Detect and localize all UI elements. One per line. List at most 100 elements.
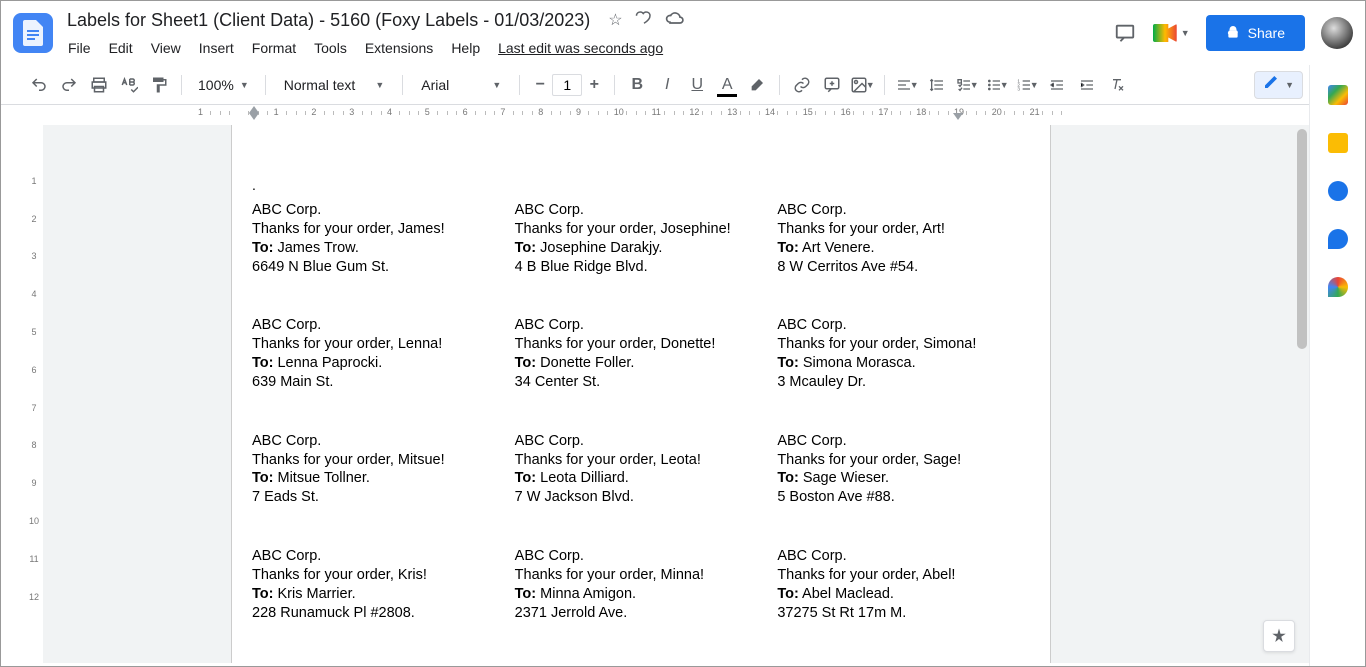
star-icon[interactable]: ☆: [608, 10, 622, 30]
decrease-indent-button[interactable]: [1043, 71, 1071, 99]
meet-icon: [1153, 24, 1177, 42]
label-to: To: Sage Wieser.: [777, 469, 1030, 488]
move-icon[interactable]: [635, 9, 653, 32]
label-company: ABC Corp.: [515, 316, 768, 335]
print-button[interactable]: [85, 71, 113, 99]
font-size-decrease[interactable]: −: [528, 73, 552, 97]
share-label: Share: [1248, 25, 1285, 41]
undo-button[interactable]: [25, 71, 53, 99]
mailing-label[interactable]: ABC Corp. Thanks for your order, Mitsue!…: [252, 432, 505, 507]
keep-app-icon[interactable]: [1328, 133, 1348, 153]
align-button[interactable]: ▼: [893, 71, 921, 99]
label-company: ABC Corp.: [252, 663, 505, 664]
mailing-label[interactable]: ABC Corp. Thanks for your order, Minna! …: [515, 547, 768, 622]
editing-mode-button[interactable]: ▼: [1254, 71, 1303, 99]
label-to: To: Minna Amigon.: [515, 585, 768, 604]
mailing-label[interactable]: ABC Corp. Thanks for your order, Kiley! …: [252, 663, 505, 664]
mailing-label[interactable]: ABC Corp. Thanks for your order, Josephi…: [515, 201, 768, 276]
increase-indent-button[interactable]: [1073, 71, 1101, 99]
numbered-list-button[interactable]: 123▼: [1013, 71, 1041, 99]
mailing-label[interactable]: ABC Corp. Thanks for your order, Lenna! …: [252, 316, 505, 391]
redo-button[interactable]: [55, 71, 83, 99]
font-size-increase[interactable]: +: [582, 73, 606, 97]
label-address: 6649 N Blue Gum St.: [252, 258, 505, 277]
label-address: 8 W Cerritos Ave #54.: [777, 258, 1030, 277]
label-greeting: Thanks for your order, Minna!: [515, 566, 768, 585]
menu-help[interactable]: Help: [444, 36, 487, 60]
comments-icon[interactable]: [1113, 21, 1137, 45]
add-comment-button[interactable]: [818, 71, 846, 99]
label-to: To: Art Venere.: [777, 239, 1030, 258]
label-company: ABC Corp.: [252, 432, 505, 451]
bulleted-list-button[interactable]: ▼: [983, 71, 1011, 99]
calendar-app-icon[interactable]: [1328, 85, 1348, 105]
mailing-label[interactable]: ABC Corp. Thanks for your order, James! …: [252, 201, 505, 276]
highlight-button[interactable]: [743, 71, 771, 99]
mailing-label[interactable]: ABC Corp. Thanks for your order, Abel! T…: [777, 547, 1030, 622]
menu-insert[interactable]: Insert: [192, 36, 241, 60]
label-address: 7 W Jackson Blvd.: [515, 488, 768, 507]
doc-title[interactable]: Labels for Sheet1 (Client Data) - 5160 (…: [61, 8, 596, 33]
paragraph-style-select[interactable]: Normal text▼: [274, 77, 395, 93]
label-address: 4 B Blue Ridge Blvd.: [515, 258, 768, 277]
mailing-label[interactable]: ABC Corp. Thanks for your order, Leota! …: [515, 432, 768, 507]
zoom-select[interactable]: 100%▼: [190, 77, 257, 93]
font-size-input[interactable]: 1: [552, 74, 582, 96]
mailing-label[interactable]: ABC Corp. Thanks for your order, Kris! T…: [252, 547, 505, 622]
label-greeting: Thanks for your order, Leota!: [515, 451, 768, 470]
labels-grid: ABC Corp. Thanks for your order, James! …: [252, 201, 1030, 663]
mailing-label[interactable]: ABC Corp. Thanks for your order, Cammy! …: [777, 663, 1030, 664]
vertical-ruler[interactable]: 123456789101112: [25, 125, 43, 666]
bold-button[interactable]: B: [623, 71, 651, 99]
menu-tools[interactable]: Tools: [307, 36, 354, 60]
app-header: Labels for Sheet1 (Client Data) - 5160 (…: [1, 1, 1365, 65]
cloud-status-icon[interactable]: [665, 10, 685, 31]
meet-button[interactable]: ▼: [1153, 24, 1190, 42]
scrollbar-thumb[interactable]: [1297, 129, 1307, 349]
share-button[interactable]: Share: [1206, 15, 1305, 51]
menu-bar: File Edit View Insert Format Tools Exten…: [61, 36, 1113, 60]
explore-button[interactable]: [1263, 620, 1295, 652]
label-address: 3 Mcauley Dr.: [777, 373, 1030, 392]
insert-link-button[interactable]: [788, 71, 816, 99]
label-greeting: Thanks for your order, Abel!: [777, 566, 1030, 585]
clear-formatting-button[interactable]: [1103, 71, 1131, 99]
menu-edit[interactable]: Edit: [102, 36, 140, 60]
label-company: ABC Corp.: [515, 547, 768, 566]
mailing-label[interactable]: ABC Corp. Thanks for your order, Art! To…: [777, 201, 1030, 276]
horizontal-ruler[interactable]: 1123456789101112131415161718192021: [1, 105, 1365, 125]
label-to: To: Lenna Paprocki.: [252, 354, 505, 373]
font-select[interactable]: Arial▼: [411, 77, 511, 93]
mailing-label[interactable]: ABC Corp. Thanks for your order, Simona!…: [777, 316, 1030, 391]
mailing-label[interactable]: ABC Corp. Thanks for your order, Donette…: [515, 316, 768, 391]
last-edit-link[interactable]: Last edit was seconds ago: [491, 36, 670, 60]
menu-format[interactable]: Format: [245, 36, 303, 60]
maps-app-icon[interactable]: [1328, 277, 1348, 297]
menu-file[interactable]: File: [61, 36, 98, 60]
mailing-label[interactable]: ABC Corp. Thanks for your order, Graciel…: [515, 663, 768, 664]
font-size-control: − 1 +: [528, 73, 606, 97]
label-greeting: Thanks for your order, Josephine!: [515, 220, 768, 239]
line-spacing-button[interactable]: [923, 71, 951, 99]
document-canvas[interactable]: . ABC Corp. Thanks for your order, James…: [43, 125, 1309, 663]
insert-image-button[interactable]: ▼: [848, 71, 876, 99]
italic-button[interactable]: I: [653, 71, 681, 99]
account-avatar[interactable]: [1321, 17, 1353, 49]
paint-format-button[interactable]: [145, 71, 173, 99]
underline-button[interactable]: U: [683, 71, 711, 99]
menu-extensions[interactable]: Extensions: [358, 36, 440, 60]
side-panel: [1309, 65, 1365, 666]
vertical-scrollbar[interactable]: [1295, 125, 1309, 663]
text-color-button[interactable]: A: [713, 71, 741, 99]
document-page[interactable]: . ABC Corp. Thanks for your order, James…: [231, 125, 1051, 663]
menu-view[interactable]: View: [144, 36, 188, 60]
label-company: ABC Corp.: [777, 432, 1030, 451]
tasks-app-icon[interactable]: [1328, 181, 1348, 201]
docs-logo[interactable]: [13, 13, 53, 53]
mailing-label[interactable]: ABC Corp. Thanks for your order, Sage! T…: [777, 432, 1030, 507]
contacts-app-icon[interactable]: [1328, 229, 1348, 249]
checklist-button[interactable]: ▼: [953, 71, 981, 99]
label-to: To: Mitsue Tollner.: [252, 469, 505, 488]
spellcheck-button[interactable]: [115, 71, 143, 99]
header-actions: ▼ Share: [1113, 15, 1353, 51]
